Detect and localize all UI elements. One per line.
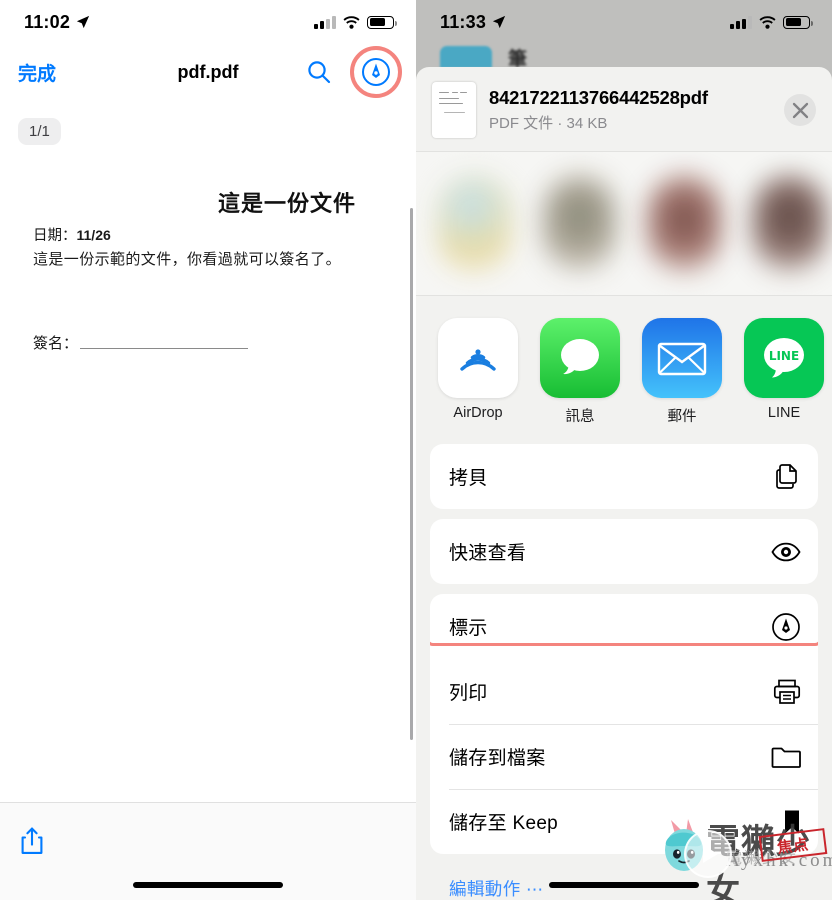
markup-pen-icon	[772, 612, 800, 641]
document-date: 日期：11/26	[33, 224, 111, 245]
watermark: 電獺少女 電獺少女 Ayxhk.com 焦点	[644, 810, 832, 900]
pdf-document-area[interactable]: 1/1 這是一份文件 日期：11/26 這是一份示範的文件，你看過就可以簽名了。…	[0, 100, 416, 820]
close-icon	[792, 102, 808, 118]
printer-icon	[773, 679, 801, 704]
action-card-quicklook: 快速查看	[430, 519, 818, 584]
navbar-actions	[302, 46, 402, 98]
line-icon-tile: LINE	[744, 318, 824, 398]
share-apps-row[interactable]: AirDrop 訊息 郵件 LINE LINE	[416, 296, 832, 444]
action-label: 拷貝	[449, 468, 488, 489]
share-icon	[21, 827, 43, 854]
play-button[interactable]	[684, 830, 732, 878]
svg-text:LINE: LINE	[769, 349, 799, 363]
mail-icon	[657, 342, 707, 376]
battery-icon	[367, 15, 397, 29]
status-time: 11:02	[24, 11, 71, 32]
action-row-copy[interactable]: 拷貝	[430, 444, 818, 509]
file-subtitle: PDF 文件 · 34 KB	[489, 115, 608, 132]
share-app-label: 郵件	[667, 409, 697, 425]
pdf-thumbnail-icon	[432, 82, 476, 138]
play-icon	[702, 845, 718, 863]
contact-avatar[interactable]	[543, 175, 616, 272]
file-name: 8421722113766442528pdf	[489, 87, 708, 108]
share-app-label: 訊息	[565, 409, 595, 425]
status-bar-left: 11:33	[440, 12, 506, 33]
right-share-sheet-screen: 筆 11:33 8421722113766442528pdf PDF 文件 · …	[416, 0, 832, 900]
home-indicator	[549, 882, 699, 888]
file-meta: 8421722113766442528pdf PDF 文件 · 34 KB	[489, 87, 771, 133]
action-label: 列印	[449, 683, 488, 704]
action-label: 快速查看	[449, 543, 527, 564]
battery-icon	[783, 15, 813, 29]
action-label: 標示	[449, 618, 488, 639]
left-status-bar: 11:02	[0, 0, 416, 44]
document-date-value: 11/26	[76, 227, 111, 243]
line-icon: LINE	[764, 338, 804, 378]
pdf-bottom-toolbar	[0, 802, 416, 900]
share-app-airdrop[interactable]: AirDrop	[438, 318, 518, 421]
action-card-copy: 拷貝	[430, 444, 818, 509]
location-arrow-icon	[76, 15, 90, 29]
action-row-markup[interactable]: 標示	[430, 594, 818, 659]
action-row-quicklook[interactable]: 快速查看	[430, 519, 818, 584]
share-button[interactable]	[10, 819, 54, 863]
action-label: 儲存至 Keep	[449, 813, 559, 834]
document-title: 這是一份文件	[217, 191, 356, 217]
airdrop-icon-tile	[438, 318, 518, 398]
share-app-line[interactable]: LINE LINE	[744, 318, 824, 421]
vertical-scrollbar[interactable]	[410, 208, 413, 740]
eye-icon	[771, 542, 801, 561]
action-row-save-to-files[interactable]: 儲存到檔案	[430, 724, 818, 789]
action-row-print[interactable]: 列印	[430, 659, 818, 724]
watermark-stamp-text: 焦点	[776, 835, 811, 857]
share-sheet: 8421722113766442528pdf PDF 文件 · 34 KB Ai…	[416, 67, 832, 900]
messages-icon-tile	[540, 318, 620, 398]
action-label: 儲存到檔案	[449, 748, 546, 769]
share-app-label: LINE	[767, 405, 801, 421]
signature-label: 簽名：	[33, 334, 79, 352]
share-app-label: AirDrop	[453, 405, 503, 421]
pdf-page: 這是一份文件 日期：11/26 這是一份示範的文件，你看過就可以簽名了。 簽名：	[0, 100, 416, 820]
contact-avatar[interactable]	[438, 175, 511, 272]
close-button[interactable]	[784, 94, 816, 126]
wifi-icon	[759, 15, 776, 29]
page-title: pdf.pdf	[177, 61, 239, 82]
airdrop-icon	[460, 349, 496, 371]
pdf-navbar: 完成 pdf.pdf	[0, 44, 416, 100]
share-app-messages[interactable]: 訊息	[540, 318, 620, 426]
markup-highlight-ring	[350, 46, 402, 98]
search-icon	[308, 61, 331, 84]
document-date-label: 日期：	[33, 228, 77, 244]
messages-icon	[561, 339, 599, 375]
done-button[interactable]: 完成	[18, 59, 56, 86]
background-blurred-chip	[440, 46, 492, 68]
document-body: 這是一份示範的文件，你看過就可以簽名了。	[33, 250, 342, 268]
share-app-mail[interactable]: 郵件	[642, 318, 722, 426]
status-time: 11:33	[440, 11, 487, 32]
markup-pen-icon	[362, 58, 390, 86]
dual-screenshot: 11:02 完成 pdf.pdf 1/1 這是一份文件 日期：11/26 這是一…	[0, 0, 832, 900]
contact-avatar[interactable]	[753, 175, 826, 272]
folder-icon	[771, 747, 801, 768]
home-indicator	[133, 882, 283, 888]
markup-button[interactable]	[359, 55, 393, 89]
left-pdf-viewer-screen: 11:02 完成 pdf.pdf 1/1 這是一份文件 日期：11/26 這是一…	[0, 0, 416, 900]
document-signature: 簽名：	[33, 332, 249, 353]
contact-avatar[interactable]	[648, 175, 721, 272]
share-file-header: 8421722113766442528pdf PDF 文件 · 34 KB	[416, 67, 832, 151]
status-bar-right	[730, 15, 813, 29]
mail-icon-tile	[642, 318, 722, 398]
signal-bars-icon	[314, 15, 336, 29]
wifi-icon	[343, 15, 360, 29]
signature-line	[80, 348, 249, 349]
signal-bars-icon	[730, 15, 752, 29]
search-button[interactable]	[302, 55, 336, 89]
status-bar-right	[314, 15, 397, 29]
right-status-bar: 11:33	[416, 0, 832, 44]
copy-icon	[776, 463, 797, 489]
location-arrow-icon	[492, 15, 506, 29]
status-bar-left: 11:02	[24, 12, 90, 33]
suggested-contacts-row[interactable]	[416, 151, 832, 296]
